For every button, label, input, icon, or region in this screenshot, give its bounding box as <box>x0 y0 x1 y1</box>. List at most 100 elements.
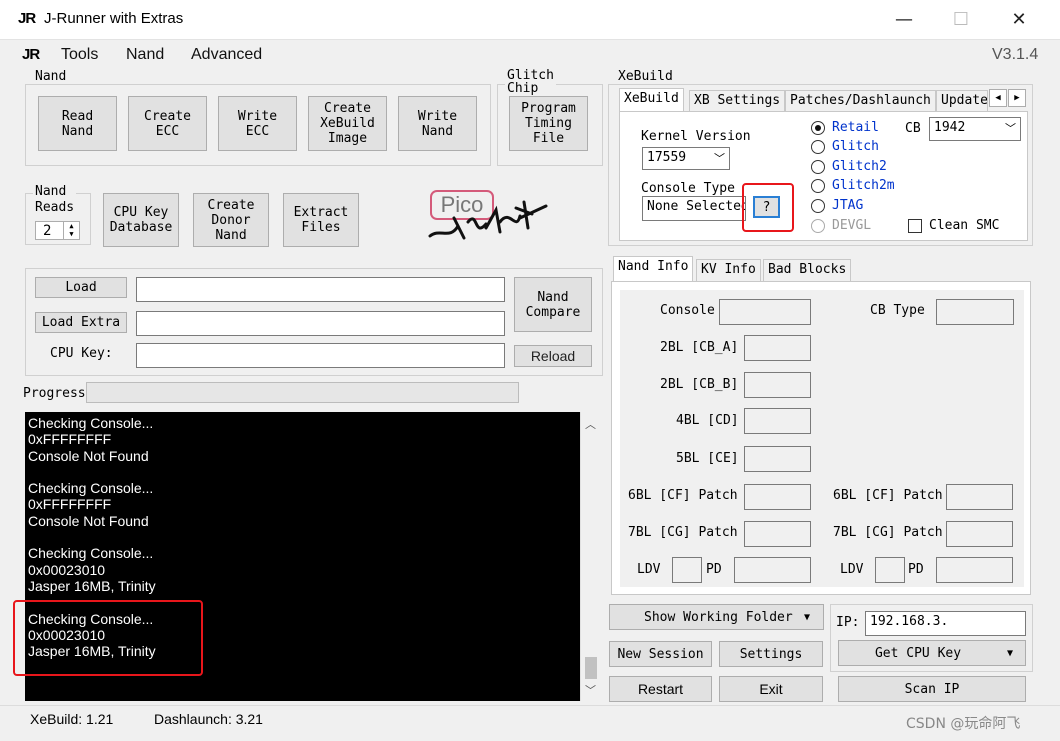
scroll-up-icon[interactable]: ︿ <box>585 416 596 432</box>
new-session-button[interactable]: New Session <box>609 641 712 667</box>
load-extra-button[interactable]: Load Extra <box>35 312 127 333</box>
console-highlight-box <box>13 600 203 676</box>
console-line: Console Not Found <box>28 447 149 464</box>
ldv2-label: LDV <box>840 562 864 577</box>
close-button[interactable]: ✕ <box>996 6 1042 34</box>
nand-compare-button[interactable]: Nand Compare <box>514 277 592 332</box>
read-nand-button[interactable]: Read Nand <box>38 96 117 151</box>
pico-flasher-logo: Pico <box>420 188 550 250</box>
radio-glitch2m[interactable] <box>811 179 825 193</box>
radio-glitch2m-label[interactable]: Glitch2m <box>832 178 895 193</box>
create-xebuild-image-button[interactable]: Create XeBuild Image <box>308 96 387 151</box>
radio-devgl <box>811 219 825 233</box>
radio-retail-label[interactable]: Retail <box>832 120 879 135</box>
clean-smc-checkbox[interactable] <box>908 219 922 233</box>
radio-glitch2-label[interactable]: Glitch2 <box>832 159 887 174</box>
exit-button[interactable]: Exit <box>719 676 823 702</box>
tab-xb-settings[interactable]: XB Settings <box>689 90 786 112</box>
console-line: Checking Console... <box>28 480 154 497</box>
minimize-button[interactable]: — <box>881 6 927 34</box>
cpu-key-database-button[interactable]: CPU Key Database <box>103 193 179 247</box>
menu-logo[interactable]: JR <box>22 46 40 63</box>
get-cpu-key-arrow-icon: ▼ <box>1007 648 1014 659</box>
console-line: Console Not Found <box>28 512 149 529</box>
chevron-down-icon: ﹀ <box>714 152 725 165</box>
create-donor-nand-button[interactable]: Create Donor Nand <box>193 193 269 247</box>
get-cpu-key-label: Get CPU Key <box>874 645 962 661</box>
restart-button[interactable]: Restart <box>609 676 712 702</box>
console-type-field[interactable]: None Selected <box>642 196 746 221</box>
window-title: J-Runner with Extras <box>44 10 184 27</box>
get-cpu-key-button[interactable]: Get CPU Key ▼ <box>838 640 1026 666</box>
bl5-label: 5BL [CE] <box>676 451 739 466</box>
pd2-label: PD <box>908 562 924 577</box>
cb-chevron-down-icon: ﹀ <box>1005 122 1016 135</box>
console-info-label: Console <box>660 303 715 318</box>
xebuild-group-label: XeBuild <box>616 69 675 84</box>
reload-button[interactable]: Reload <box>514 345 592 367</box>
menu-nand[interactable]: Nand <box>126 46 164 64</box>
write-ecc-button[interactable]: Write ECC <box>218 96 297 151</box>
clean-smc-label[interactable]: Clean SMC <box>929 218 999 233</box>
tab-nand-info[interactable]: Nand Info <box>613 256 694 282</box>
tab-bad-blocks[interactable]: Bad Blocks <box>763 259 852 282</box>
tab-kv-info[interactable]: KV Info <box>696 259 761 282</box>
menu-advanced[interactable]: Advanced <box>191 46 262 64</box>
tab-scroll-right-icon[interactable]: ▶ <box>1008 89 1026 107</box>
ldv-field <box>672 557 702 583</box>
bl5-field <box>744 446 811 472</box>
bl2b-label: 2BL [CB_B] <box>660 377 739 392</box>
radio-jtag-label[interactable]: JTAG <box>832 198 863 213</box>
program-timing-file-button[interactable]: Program Timing File <box>509 96 588 151</box>
flasher-signature-icon <box>428 200 548 240</box>
extract-files-button[interactable]: Extract Files <box>283 193 359 247</box>
radio-glitch[interactable] <box>811 140 825 154</box>
console-scrollbar[interactable]: ︿ ﹀ <box>580 412 600 701</box>
cpu-key-field[interactable] <box>136 343 505 368</box>
settings-button[interactable]: Settings <box>719 641 823 667</box>
write-nand-button[interactable]: Write Nand <box>398 96 477 151</box>
maximize-button[interactable]: ☐ <box>938 6 984 34</box>
scroll-down-icon[interactable]: ﹀ <box>585 682 596 698</box>
radio-devgl-label: DEVGL <box>832 218 872 233</box>
tab-scroll-left-icon[interactable]: ◀ <box>989 89 1007 107</box>
xebuild-version-status: XeBuild: 1.21 <box>30 711 114 727</box>
console-line: 0xFFFFFFFF <box>28 496 112 513</box>
radio-glitch2[interactable] <box>811 160 825 174</box>
pd-field <box>734 557 811 583</box>
ip-field[interactable]: 192.168.3. <box>865 611 1026 636</box>
radio-retail[interactable] <box>811 121 825 135</box>
dashlaunch-version-status: Dashlaunch: 3.21 <box>154 711 263 727</box>
console-info-field <box>719 299 811 325</box>
tab-patches-dashlaunch[interactable]: Patches/Dashlaunch <box>785 90 936 112</box>
status-divider <box>0 705 1060 706</box>
tab-xebuild[interactable]: XeBuild <box>619 88 684 112</box>
bl4-field <box>744 408 811 434</box>
show-working-folder-label: Show Working Folder <box>644 609 793 625</box>
console-line: 0xFFFFFFFF <box>28 431 112 448</box>
nand-reads-value: 2 <box>43 223 52 239</box>
scroll-thumb[interactable] <box>585 657 597 679</box>
version-label: V3.1.4 <box>992 46 1039 63</box>
load-button[interactable]: Load <box>35 277 127 298</box>
menu-tools[interactable]: Tools <box>61 46 98 64</box>
create-ecc-button[interactable]: Create ECC <box>128 96 207 151</box>
load-path-field[interactable] <box>136 277 505 302</box>
bl4-label: 4BL [CD] <box>676 413 739 428</box>
load-extra-path-field[interactable] <box>136 311 505 336</box>
stepper-arrows-icon[interactable]: ▲ ▼ <box>63 222 79 239</box>
cb-label: CB <box>905 121 921 136</box>
tab-update[interactable]: Update <box>936 90 988 112</box>
cb-select[interactable]: 1942 ﹀ <box>929 117 1021 141</box>
console-type-label: Console Type <box>641 181 735 196</box>
kernel-version-select[interactable]: 17559 ﹀ <box>642 147 730 170</box>
nand-reads-stepper[interactable]: 2 ▲ ▼ <box>35 221 80 240</box>
show-working-folder-button[interactable]: Show Working Folder ▼ <box>609 604 824 630</box>
csdn-watermark: CSDN @玩命阿飞 <box>906 716 1021 732</box>
radio-jtag[interactable] <box>811 199 825 213</box>
app-logo: JR <box>18 10 36 27</box>
cb-type-label: CB Type <box>870 303 925 318</box>
radio-glitch-label[interactable]: Glitch <box>832 139 879 154</box>
scan-ip-button[interactable]: Scan IP <box>838 676 1026 702</box>
